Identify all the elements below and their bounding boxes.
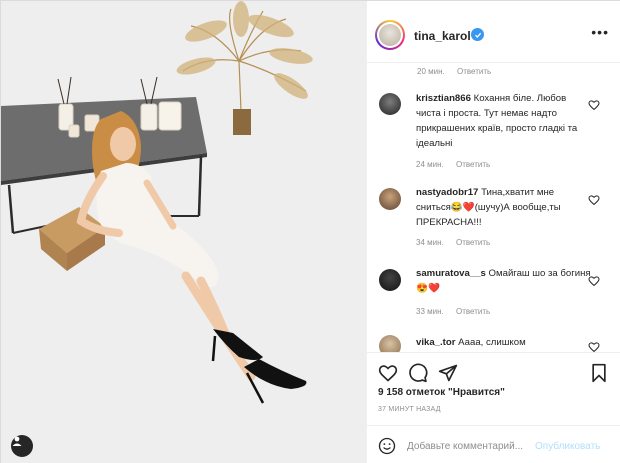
commenter-username[interactable]: samuratova__s <box>416 268 486 279</box>
likes-count[interactable]: 9 158 отметок "Нравится" <box>378 387 505 398</box>
reply-link[interactable]: Ответить <box>456 307 490 316</box>
commenter-avatar[interactable] <box>379 93 401 115</box>
post-time-ago: 37 МИНУТ НАЗАД <box>378 406 441 413</box>
save-bookmark-icon[interactable] <box>589 363 609 383</box>
like-comment-heart-icon[interactable] <box>588 99 600 111</box>
comment-time: 34 мин. <box>416 238 444 247</box>
user-icon <box>12 436 22 446</box>
tagged-users-button[interactable] <box>11 435 33 457</box>
comment-time: 33 мин. <box>416 307 444 316</box>
commenter-avatar[interactable] <box>379 188 401 210</box>
share-send-icon[interactable] <box>438 363 458 383</box>
like-comment-heart-icon[interactable] <box>588 194 600 206</box>
like-heart-icon[interactable] <box>378 363 398 383</box>
commenter-avatar[interactable] <box>379 269 401 291</box>
verified-badge-icon <box>471 28 484 41</box>
comment-time: 20 мин. <box>417 67 445 76</box>
comment-bubble-icon[interactable] <box>408 363 428 383</box>
emoji-icon[interactable] <box>378 437 396 455</box>
comment-meta: 24 мин. Ответить <box>416 160 500 169</box>
post-header: tina_karol ••• <box>367 1 620 63</box>
publish-button[interactable]: Опубликовать <box>535 441 600 452</box>
reply-link[interactable]: Ответить <box>456 238 490 247</box>
previous-comment-meta: 20 мин. Ответить <box>417 67 501 76</box>
more-options-icon[interactable]: ••• <box>591 25 609 39</box>
commenter-username[interactable]: nastyadobr17 <box>416 187 478 198</box>
like-comment-heart-icon[interactable] <box>588 341 600 352</box>
comment-time: 24 мин. <box>416 160 444 169</box>
post-photo[interactable] <box>1 1 367 463</box>
like-comment-heart-icon[interactable] <box>588 275 600 287</box>
post-actions-bar <box>367 352 620 392</box>
comments-list: 20 мин. Ответить krisztian866 Кохання бі… <box>367 63 620 352</box>
commenter-username[interactable]: vika_.tor <box>416 337 455 348</box>
add-comment-bar: Опубликовать <box>367 425 620 463</box>
photo-illustration <box>1 1 366 463</box>
commenter-avatar[interactable] <box>379 335 401 352</box>
comment-text: Аааа, слишком <box>458 337 526 348</box>
instagram-post-window: tina_karol ••• 20 мин. Ответить krisztia… <box>0 0 620 463</box>
commenter-username[interactable]: krisztian866 <box>416 93 471 104</box>
comment-meta: 34 мин. Ответить <box>416 238 500 247</box>
reply-link[interactable]: Ответить <box>457 67 491 76</box>
post-side-panel: tina_karol ••• 20 мин. Ответить krisztia… <box>367 1 620 463</box>
comment-meta: 33 мин. Ответить <box>416 307 500 316</box>
author-username[interactable]: tina_karol <box>414 29 471 43</box>
author-avatar[interactable] <box>375 20 405 50</box>
reply-link[interactable]: Ответить <box>456 160 490 169</box>
